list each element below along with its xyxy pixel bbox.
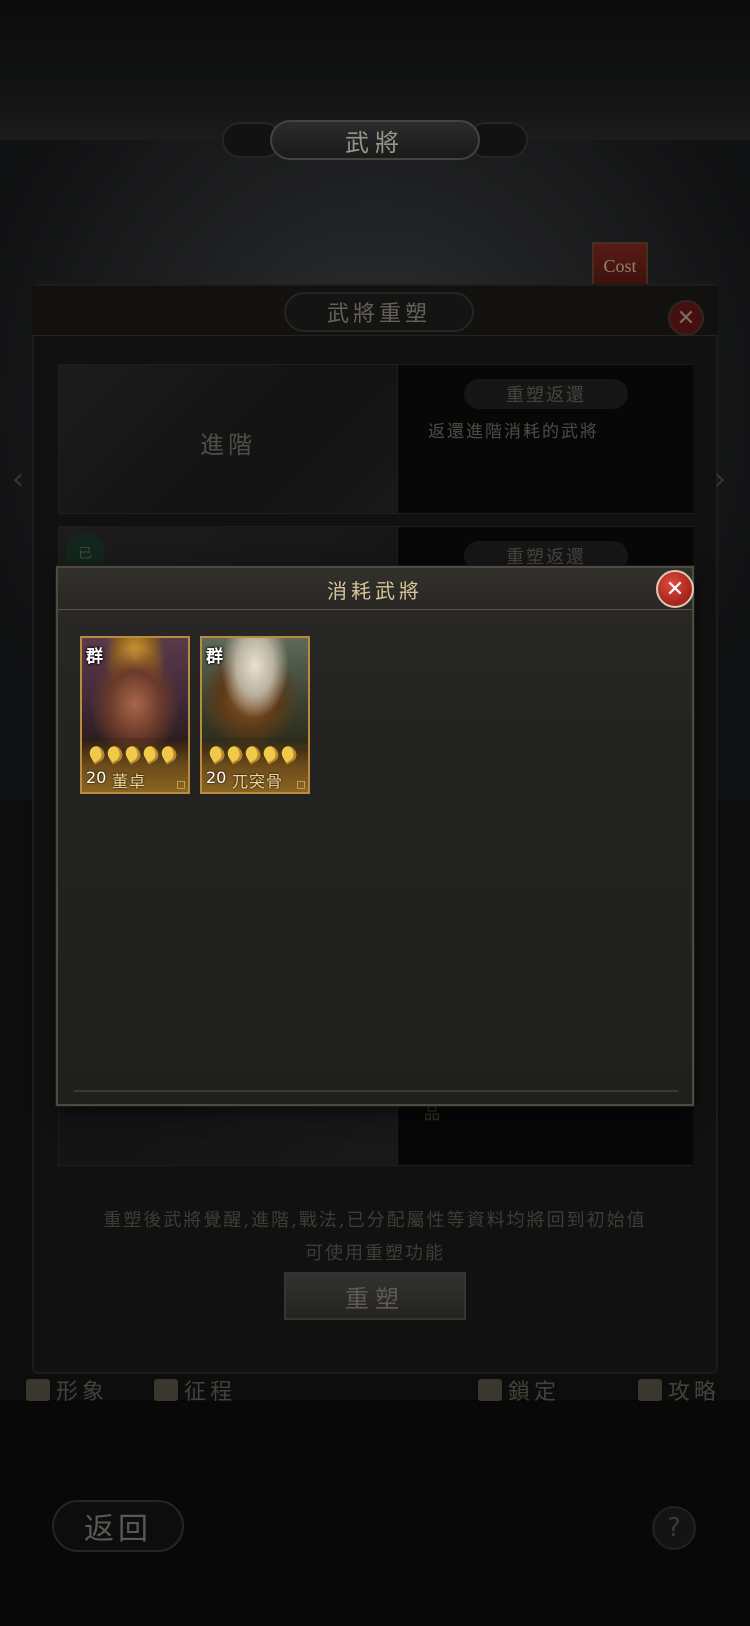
star-icon bbox=[104, 743, 126, 765]
star-icon bbox=[140, 743, 162, 765]
general-level: 20 bbox=[86, 768, 107, 787]
modal-divider bbox=[74, 1090, 678, 1092]
star-icon bbox=[122, 743, 144, 765]
modal-close-button[interactable]: ✕ bbox=[656, 570, 694, 608]
general-name: 董卓 bbox=[112, 772, 147, 791]
faction-badge: 群 bbox=[206, 647, 223, 667]
general-name: 兀突骨 bbox=[232, 772, 284, 791]
card-corner-icon bbox=[177, 781, 185, 789]
star-rating bbox=[206, 743, 300, 765]
general-card-wutugu[interactable]: 群 20 兀突骨 bbox=[200, 636, 310, 794]
star-icon bbox=[260, 743, 282, 765]
star-icon bbox=[206, 743, 228, 765]
star-icon bbox=[224, 743, 246, 765]
modal-title: 消耗武將 bbox=[327, 578, 423, 603]
star-icon bbox=[86, 743, 108, 765]
faction-badge: 群 bbox=[86, 647, 103, 667]
consumed-generals-modal: 消耗武將 ✕ 群 20 董卓 群 20 兀突骨 bbox=[56, 566, 694, 1106]
general-level: 20 bbox=[206, 768, 227, 787]
star-icon bbox=[242, 743, 264, 765]
card-corner-icon bbox=[297, 781, 305, 789]
star-rating bbox=[86, 743, 180, 765]
screen-title: 武將 bbox=[270, 120, 480, 160]
general-card-dongzhuo[interactable]: 群 20 董卓 bbox=[80, 636, 190, 794]
